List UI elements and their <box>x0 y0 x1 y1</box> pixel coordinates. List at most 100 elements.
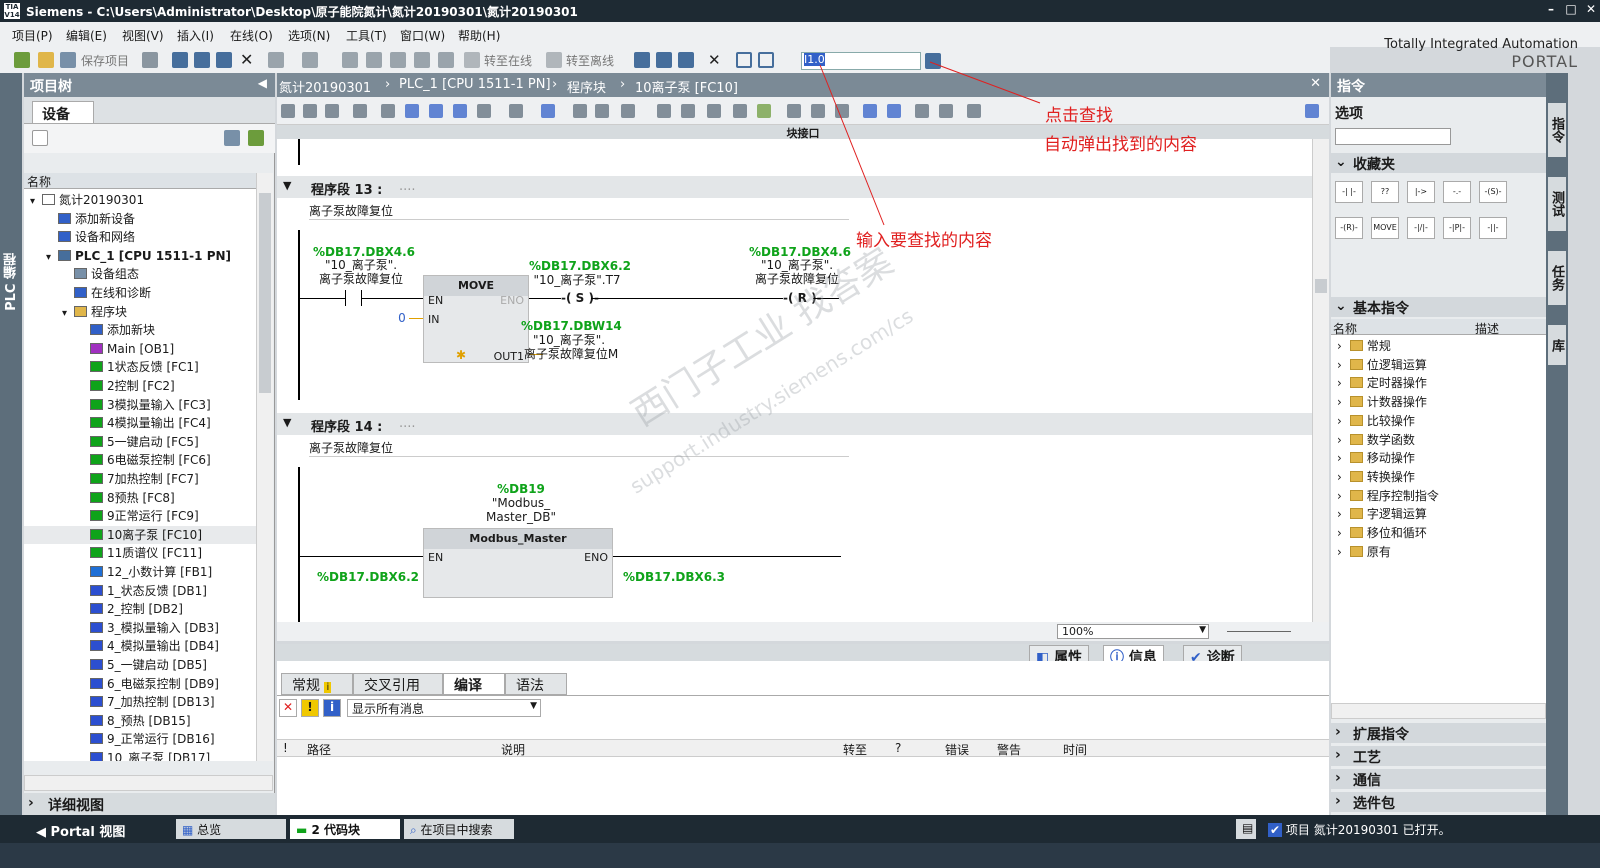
right-tab-instructions[interactable]: 指令 <box>1548 103 1566 157</box>
filter-info-icon[interactable]: i <box>323 699 341 717</box>
go-online-button[interactable]: 转至在线 <box>484 52 532 69</box>
breadcrumb-block[interactable]: 10离子泵 [FC10] <box>635 77 738 96</box>
set-coil-address[interactable]: %DB17.DBX6.2 <box>529 259 631 273</box>
tree-item[interactable]: 2控制 [FC2] <box>24 377 256 395</box>
tree-item[interactable]: 1状态反馈 [FC1] <box>24 358 256 376</box>
monitor-on-off-icon[interactable] <box>757 104 771 118</box>
nop-icon[interactable] <box>811 104 825 118</box>
go-offline-icon[interactable] <box>546 52 562 68</box>
out-operand-member[interactable]: 离子泵故障复位M <box>521 347 621 361</box>
instruction-folder[interactable]: › 数学函数 <box>1337 431 1415 449</box>
upload-icon[interactable] <box>414 52 430 68</box>
out-operand-address[interactable]: %DB17.DBW14 <box>521 319 622 333</box>
go-offline-button[interactable]: 转至离线 <box>566 52 614 69</box>
save-project-button[interactable]: 保存项目 <box>81 52 129 69</box>
right-operand[interactable]: %DB17.DBX6.3 <box>623 570 725 584</box>
tree-item[interactable]: 6电磁泵控制 [FC6] <box>24 451 256 469</box>
chevron-right-icon[interactable]: › <box>1337 489 1342 503</box>
contact-name[interactable]: "10_离子泵". <box>313 258 409 272</box>
instructions-horizontal-scrollbar[interactable] <box>1331 703 1546 719</box>
tree-item[interactable]: 3_模拟量输入 [DB3] <box>24 619 256 637</box>
go-to-previous-error-icon[interactable] <box>573 104 587 118</box>
technology-section[interactable]: › 工艺 <box>1331 746 1546 766</box>
open-all-networks-icon[interactable] <box>405 104 419 118</box>
instance-db-name[interactable]: "Modbus_ <box>473 496 569 510</box>
detail-view-header[interactable]: › 详细视图 <box>24 793 275 815</box>
portal-view-button[interactable]: ◀ Portal 视图 <box>30 819 131 840</box>
tree-item[interactable]: 11质谱仪 [FC11] <box>24 544 256 562</box>
out-operand-name[interactable]: "10_离子泵". <box>521 333 617 347</box>
col-goto[interactable]: 转至 <box>843 741 867 758</box>
delete-icon[interactable]: ✕ <box>240 52 256 68</box>
chevron-right-icon[interactable]: › <box>1337 395 1342 409</box>
chevron-right-icon[interactable]: › <box>1337 376 1342 390</box>
monitor-icon[interactable] <box>353 104 367 118</box>
connect-icon[interactable] <box>939 104 953 118</box>
favorite-instruction[interactable]: -|/|- <box>1407 217 1435 239</box>
stop-cpu-icon[interactable] <box>678 52 694 68</box>
menu-insert[interactable]: 插入(I) <box>177 27 214 44</box>
settings-icon[interactable] <box>915 104 929 118</box>
tree-item[interactable]: 添加新块 <box>24 321 256 339</box>
favorite-instruction[interactable]: -||- <box>1479 217 1507 239</box>
tree-item[interactable]: 在线和诊断 <box>24 284 256 302</box>
abs-operand-icon[interactable] <box>477 104 491 118</box>
new-item-icon[interactable] <box>32 130 48 146</box>
tree-item[interactable]: 6_电磁泵控制 [DB9] <box>24 675 256 693</box>
chevron-right-icon[interactable]: › <box>1337 507 1342 521</box>
instruction-folder[interactable]: › 字逻辑运算 <box>1337 505 1427 523</box>
tree-item[interactable]: 10_离子泵 [DB17] <box>24 749 256 761</box>
col-path[interactable]: 路径 <box>307 741 331 758</box>
menu-view[interactable]: 视图(V) <box>122 27 164 44</box>
tree-vertical-scrollbar[interactable] <box>256 173 273 761</box>
detach-window-icon[interactable] <box>1305 104 1319 118</box>
tree-scroll-thumb[interactable] <box>259 193 271 393</box>
optional-packages-section[interactable]: › 选件包 <box>1331 792 1546 812</box>
tree-item[interactable]: ▾ 程序块 <box>24 303 256 321</box>
contact-address[interactable]: %DB17.DBX4.6 <box>313 245 415 259</box>
search-in-project-icon[interactable] <box>925 53 941 69</box>
tree-item[interactable]: 7加热控制 [FC7] <box>24 470 256 488</box>
set-coil[interactable]: -( S )- <box>561 291 599 305</box>
favorite-instruction[interactable]: -.- <box>1443 181 1471 203</box>
instance-db-name2[interactable]: Master_DB" <box>473 510 569 524</box>
options-input[interactable] <box>1335 128 1451 145</box>
favorite-instruction[interactable]: MOVE <box>1371 217 1399 239</box>
overview-button[interactable]: ▦ 总览 <box>176 819 286 839</box>
delete-network-icon[interactable] <box>303 104 317 118</box>
breadcrumb-project[interactable]: 氮计20190301 <box>279 77 371 96</box>
menu-project[interactable]: 项目(P) <box>12 27 53 44</box>
favorite-instruction[interactable]: -(R)- <box>1335 217 1363 239</box>
editor-vertical-scrollbar[interactable] <box>1312 139 1329 629</box>
network-view-icon[interactable] <box>381 104 395 118</box>
insert-row-icon[interactable] <box>325 104 339 118</box>
undo-icon[interactable] <box>268 52 284 68</box>
tree-item[interactable]: 2_控制 [DB2] <box>24 600 256 618</box>
menu-options[interactable]: 选项(N) <box>288 27 330 44</box>
tree-expand-icon[interactable]: ▾ <box>46 249 58 267</box>
breadcrumb-plc[interactable]: PLC_1 [CPU 1511-1 PN] <box>399 77 551 92</box>
subtab-compile[interactable]: 编译 <box>443 673 505 695</box>
instruction-folder[interactable]: › 移位和循环 <box>1337 524 1427 542</box>
add-input-icon[interactable]: ✱ <box>456 348 466 362</box>
tree-item[interactable]: 7_加热控制 [DB13] <box>24 693 256 711</box>
chevron-right-icon[interactable]: › <box>1337 526 1342 540</box>
code-blocks-button[interactable]: ▬ 2 代码块 <box>290 819 400 839</box>
chevron-right-icon[interactable]: › <box>1337 339 1342 353</box>
favorites-section[interactable]: ⌄ 收藏夹 <box>1331 153 1546 173</box>
message-filter-select[interactable]: 显示所有消息 ▼ <box>347 699 541 717</box>
subtab-syntax[interactable]: 语法 <box>505 673 567 695</box>
copy-icon[interactable] <box>194 52 210 68</box>
favorite-instruction[interactable]: |-> <box>1407 181 1435 203</box>
editor-close-icon[interactable]: ✕ <box>1310 76 1321 91</box>
chevron-right-icon[interactable]: › <box>1337 451 1342 465</box>
dropdown-arrow-icon[interactable]: ▼ <box>1199 625 1206 635</box>
save-icon[interactable] <box>60 52 76 68</box>
network-14-header[interactable]: ▼ 程序段 14 : .... <box>277 413 1312 435</box>
paste-icon[interactable] <box>216 52 232 68</box>
contact-member[interactable]: 离子泵故障复位 <box>309 272 413 286</box>
jump-icon[interactable] <box>835 104 849 118</box>
split-horizontal-icon[interactable] <box>736 52 752 68</box>
download-icon[interactable] <box>390 52 406 68</box>
instruction-folder[interactable]: › 比较操作 <box>1337 412 1415 430</box>
